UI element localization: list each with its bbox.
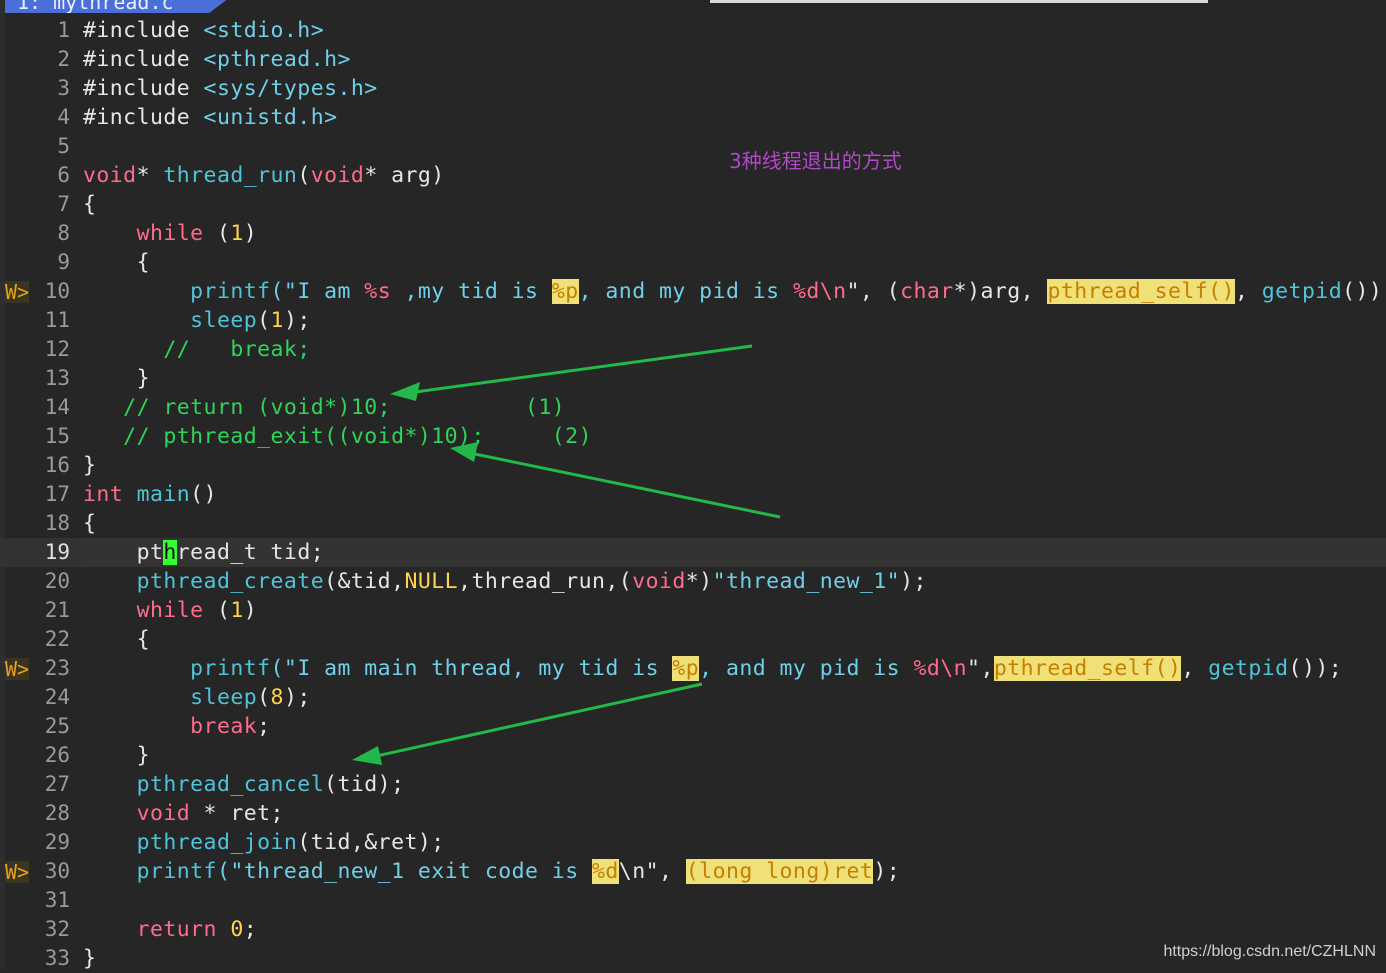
arrow-3: [352, 682, 703, 765]
annotation-arrows: [352, 344, 781, 765]
arrow-1: [390, 344, 753, 401]
arrow-2: [450, 442, 781, 519]
watermark-url: https://blog.csdn.net/CZHLNN: [1163, 943, 1376, 960]
